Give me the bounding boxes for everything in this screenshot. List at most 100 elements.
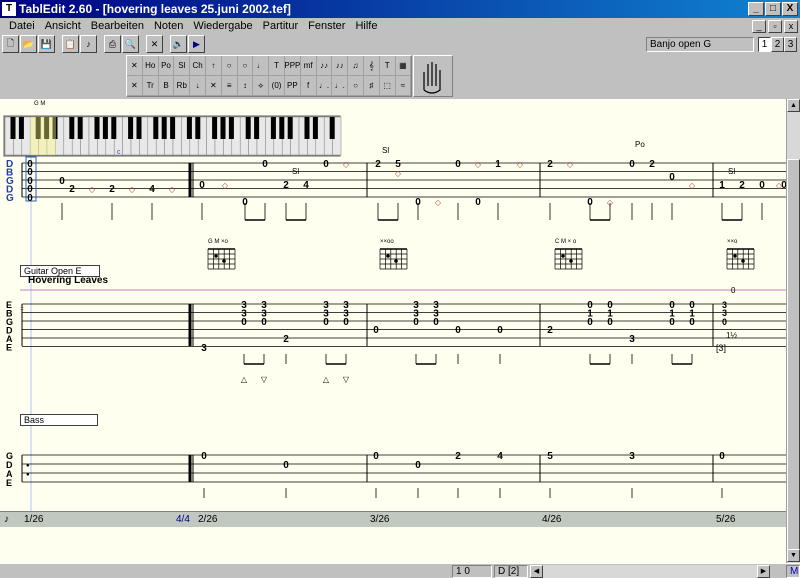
vertical-scrollbar[interactable]: ▲ ▼ [786,99,800,563]
piano-black-key[interactable] [128,117,134,139]
fingering-hand-icon[interactable] [413,55,453,97]
app-icon[interactable]: T [2,2,16,16]
piano-black-key[interactable] [329,117,335,139]
piano-black-key[interactable] [69,117,75,139]
piano-black-key[interactable] [170,117,176,139]
piano-black-key[interactable] [245,117,251,139]
status-mode[interactable]: M [786,565,800,578]
new-icon[interactable]: 🗋 [2,35,19,53]
palette-row2-4-icon[interactable]: ↓ [190,76,206,96]
track-tab-3[interactable]: 3 [784,37,797,52]
palette-row1-6-icon[interactable]: ○ [221,56,238,76]
palette-row1-3-icon[interactable]: Sl [174,56,191,76]
time-signature[interactable]: 4/4 [176,514,190,525]
palette-row2-7-icon[interactable]: ↕ [237,76,254,96]
piano-black-key[interactable] [102,117,108,139]
menu-noten[interactable]: Noten [149,20,188,32]
mdi-restore-button[interactable]: ▫ [768,20,782,33]
palette-row1-17-icon[interactable]: ▦ [395,56,412,76]
palette-row1-16-icon[interactable]: T [379,56,396,76]
palette-row2-8-icon[interactable]: ⟡ [253,76,270,96]
score-canvas[interactable]: G McDBGDG0000002 2 4◇ ◇ ◇ 0002 40 2 500 10200 201 2… [0,99,786,511]
palette-row2-16-icon[interactable]: ⬚ [379,76,396,96]
timeline-measure-1[interactable]: 1/26 [24,514,43,525]
palette-row1-10-icon[interactable]: PPP [284,56,301,76]
palette-row2-1-icon[interactable]: Tr [142,76,159,96]
close-button[interactable]: X [782,2,798,16]
scroll-up-icon[interactable]: ▲ [787,99,800,112]
delete-icon[interactable]: ✕ [146,35,163,53]
palette-row1-5-icon[interactable]: ↑ [205,56,222,76]
palette-row2-6-icon[interactable]: ≡ [221,76,238,96]
timeline-measure-3[interactable]: 3/26 [370,514,389,525]
midi-icon[interactable]: ♪ [80,35,97,53]
piano-black-key[interactable] [10,117,16,139]
minimize-button[interactable]: _ [748,2,764,16]
timeline-measure-2[interactable]: 2/26 [198,514,217,525]
play-icon[interactable]: ▶ [188,35,205,53]
palette-row2-9-icon[interactable]: (0) [269,76,285,96]
menu-bearbeiten[interactable]: Bearbeiten [86,20,149,32]
piano-black-key[interactable] [279,117,285,139]
tuning-select[interactable]: Banjo open G [646,37,754,52]
piano-black-key[interactable] [77,117,83,139]
piano-black-key[interactable] [153,117,159,139]
piano-black-key[interactable] [186,117,192,139]
piano-black-key[interactable] [220,117,226,139]
palette-row1-13-icon[interactable]: ♪♪ [332,56,349,76]
palette-row1-2-icon[interactable]: Po [158,56,175,76]
scroll-left-icon[interactable]: ◀ [530,565,543,578]
palette-row2-3-icon[interactable]: Rb [174,76,191,96]
preview-icon[interactable]: 🔍 [122,35,139,53]
palette-row2-17-icon[interactable]: ≈ [395,76,412,96]
speaker-icon[interactable]: 🔈 [170,35,187,53]
mdi-minimize-button[interactable]: _ [752,20,766,33]
palette-row2-10-icon[interactable]: PP [284,76,301,96]
piano-black-key[interactable] [228,117,234,139]
menu-wiedergabe[interactable]: Wiedergabe [188,20,257,32]
scroll-right-icon[interactable]: ▶ [757,565,770,578]
palette-row1-0-icon[interactable]: ✕ [127,56,143,76]
palette-row1-8-icon[interactable]: ♩ [253,56,270,76]
horizontal-scrollbar[interactable]: ◀ ▶ [530,565,770,578]
palette-row2-0-icon[interactable]: ✕ [127,76,143,96]
save-icon[interactable]: 💾 [38,35,55,53]
scroll-thumb[interactable] [787,159,800,559]
bass-track-label[interactable]: Bass [20,414,98,426]
palette-row1-15-icon[interactable]: 𝄞 [363,56,380,76]
piano-black-key[interactable] [254,117,260,139]
palette-row1-11-icon[interactable]: mf [300,56,317,76]
palette-row2-12-icon[interactable]: ♩. [316,76,333,96]
track-tab-1[interactable]: 1 [758,37,771,52]
mdi-close-button[interactable]: x [784,20,798,33]
palette-row2-14-icon[interactable]: ○ [348,76,364,96]
piano-black-key[interactable] [195,117,201,139]
piano-black-key[interactable] [94,117,100,139]
piano-black-key[interactable] [287,117,293,139]
piano-black-key[interactable] [136,117,142,139]
properties-icon[interactable]: 📋 [62,35,79,53]
palette-row2-2-icon[interactable]: B [158,76,175,96]
menu-ansicht[interactable]: Ansicht [40,20,86,32]
score-area[interactable]: G Mc D B G D G 0 0 0 0 0 0 2 2 4 ◇ ◇ ◇ 0 0 0 2 4 0 2 5 0 0 1 0 2 0 0 2 0 1 2… [0,99,786,511]
measure-timeline[interactable]: ♪ 1/26 4/4 2/26 3/26 4/26 5/26 [0,511,786,527]
piano-black-key[interactable] [111,117,117,139]
palette-row1-9-icon[interactable]: T [269,56,285,76]
scroll-down-icon[interactable]: ▼ [787,549,800,562]
print-icon[interactable]: ⎙ [104,35,121,53]
palette-row2-15-icon[interactable]: ♯ [363,76,380,96]
palette-row1-12-icon[interactable]: ♪♪ [316,56,333,76]
menu-fenster[interactable]: Fenster [303,20,350,32]
palette-row1-14-icon[interactable]: ♫ [348,56,364,76]
piano-black-key[interactable] [304,117,310,139]
piano-black-key[interactable] [18,117,24,139]
track-tab-2[interactable]: 2 [771,37,784,52]
timeline-measure-5[interactable]: 5/26 [716,514,735,525]
piano-black-key[interactable] [312,117,318,139]
menu-hilfe[interactable]: Hilfe [350,20,382,32]
palette-row2-13-icon[interactable]: ♩. [332,76,349,96]
piano-black-key[interactable] [161,117,167,139]
piano-black-key[interactable] [212,117,218,139]
maximize-button[interactable]: □ [765,2,781,16]
open-icon[interactable]: 📂 [20,35,37,53]
